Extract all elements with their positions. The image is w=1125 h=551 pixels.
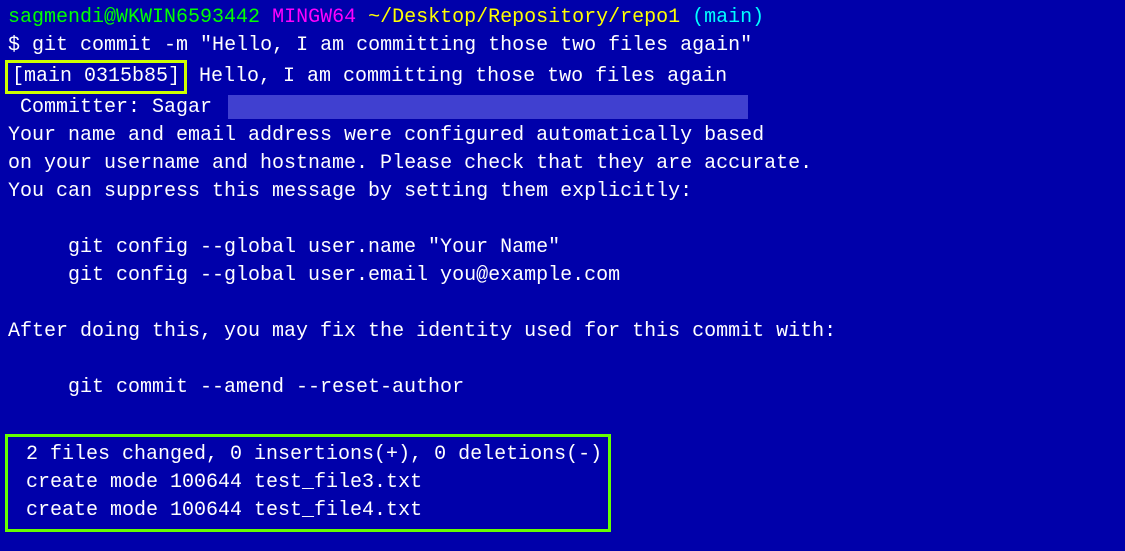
summary-highlight: 2 files changed, 0 insertions(+), 0 dele… bbox=[5, 434, 611, 532]
info-line-3: You can suppress this message by setting… bbox=[8, 178, 1117, 206]
prompt-path: ~/Desktop/Repository/repo1 bbox=[368, 6, 680, 29]
summary-line-1: 2 files changed, 0 insertions(+), 0 dele… bbox=[14, 441, 602, 469]
summary-line-2: create mode 100644 test_file3.txt bbox=[14, 469, 602, 497]
prompt-user: sagmendi@WKWIN6593442 bbox=[8, 6, 260, 29]
blank-line-4 bbox=[8, 402, 1117, 430]
redacted-block bbox=[228, 95, 748, 119]
commit-message: Hello, I am committing those two files a… bbox=[187, 65, 727, 88]
info-line-4: After doing this, you may fix the identi… bbox=[8, 318, 1117, 346]
summary-line-3: create mode 100644 test_file4.txt bbox=[14, 497, 602, 525]
committer-line: Committer: Sagar bbox=[8, 94, 1117, 122]
commit-ref-highlight: [main 0315b85] bbox=[5, 60, 187, 94]
amend-line: git commit --amend --reset-author bbox=[8, 374, 1117, 402]
blank-line-3 bbox=[8, 346, 1117, 374]
commit-result-line: [main 0315b85] Hello, I am committing th… bbox=[8, 60, 1117, 94]
command-line[interactable]: $ git commit -m "Hello, I am committing … bbox=[8, 32, 1117, 60]
terminal-output: sagmendi@WKWIN6593442 MINGW64 ~/Desktop/… bbox=[8, 4, 1117, 532]
command-text: git commit -m "Hello, I am committing th… bbox=[32, 34, 752, 57]
blank-line-1 bbox=[8, 206, 1117, 234]
prompt-branch: (main) bbox=[692, 6, 764, 29]
blank-line-2 bbox=[8, 290, 1117, 318]
info-line-2: on your username and hostname. Please ch… bbox=[8, 150, 1117, 178]
config-line-1: git config --global user.name "Your Name… bbox=[8, 234, 1117, 262]
info-line-1: Your name and email address were configu… bbox=[8, 122, 1117, 150]
prompt-dollar: $ bbox=[8, 34, 20, 57]
committer-label: Committer: Sagar bbox=[8, 96, 224, 119]
config-line-2: git config --global user.email you@examp… bbox=[8, 262, 1117, 290]
prompt-mingw: MINGW64 bbox=[272, 6, 356, 29]
prompt-line: sagmendi@WKWIN6593442 MINGW64 ~/Desktop/… bbox=[8, 4, 1117, 32]
